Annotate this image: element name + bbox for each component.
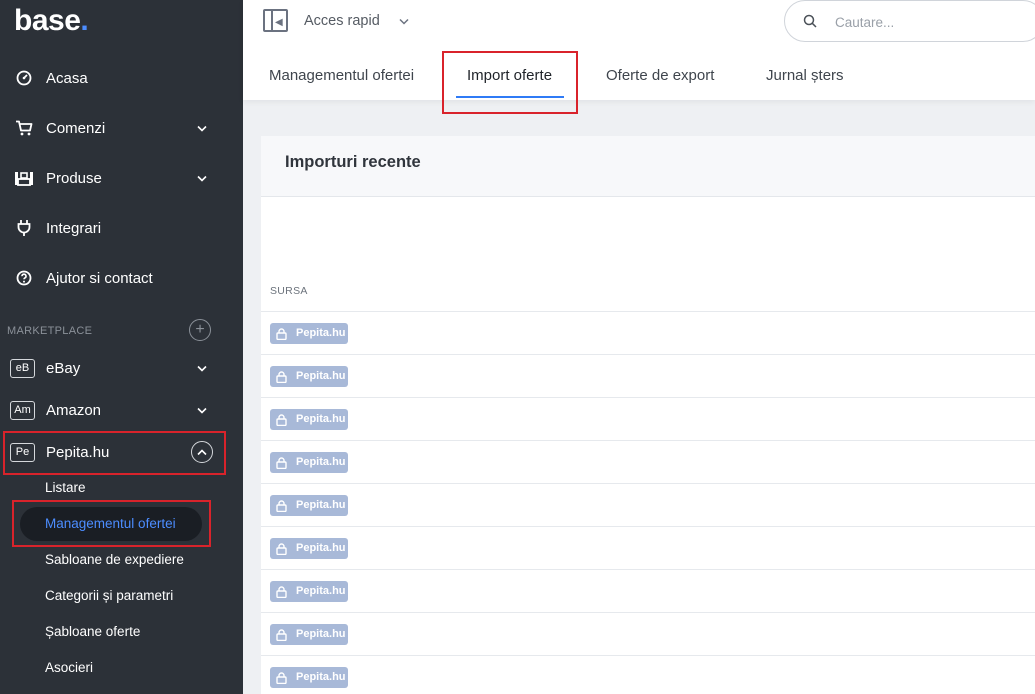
highlight-frame xyxy=(3,431,226,475)
search-input[interactable] xyxy=(835,12,1025,32)
source-badge: Pepita.hu xyxy=(270,409,348,430)
chevron-down-icon[interactable] xyxy=(196,122,208,134)
recent-imports-card: Importuri recente SURSA Pepita.hu Pepita.… xyxy=(261,136,1035,694)
base-logo[interactable]: base. xyxy=(14,4,89,38)
submenu-item-sabloane-oferte[interactable]: Șabloane oferte xyxy=(45,624,140,639)
table-row[interactable]: Pepita.hu xyxy=(261,354,1035,397)
chevron-down-icon[interactable] xyxy=(196,404,208,416)
chevron-down-icon[interactable] xyxy=(398,15,410,27)
help-icon xyxy=(14,268,34,288)
products-icon xyxy=(14,168,34,188)
source-label: Pepita.hu xyxy=(296,585,346,597)
card-header: Importuri recente xyxy=(261,136,1035,197)
search-icon xyxy=(803,14,819,30)
card-title: Importuri recente xyxy=(285,153,421,171)
source-label: Pepita.hu xyxy=(296,628,346,640)
lock-icon xyxy=(276,413,288,427)
sidebar-item-label: Amazon xyxy=(46,401,102,419)
top-bar: ◀ Acces rapid Managementul ofertei Impor… xyxy=(243,0,1035,114)
table-row[interactable]: Pepita.hu xyxy=(261,311,1035,354)
table-row[interactable]: Pepita.hu xyxy=(261,483,1035,526)
lock-icon xyxy=(276,456,288,470)
submenu-item-asocieri[interactable]: Asocieri xyxy=(45,660,93,675)
add-marketplace-button[interactable]: + xyxy=(189,319,211,341)
table-row[interactable]: Pepita.hu xyxy=(261,397,1035,440)
sidebar-item-label: Acasa xyxy=(46,69,88,87)
table-row[interactable]: Pepita.hu xyxy=(261,655,1035,694)
source-label: Pepita.hu xyxy=(296,542,346,554)
submenu-item-sabloane-expediere[interactable]: Sabloane de expediere xyxy=(45,552,184,567)
source-badge: Pepita.hu xyxy=(270,323,348,344)
source-label: Pepita.hu xyxy=(296,413,346,425)
sidebar: base. Acasa Comenzi Produse Integrari Aj… xyxy=(0,0,243,694)
lock-icon xyxy=(276,370,288,384)
sidebar-item-label: Produse xyxy=(46,169,102,187)
source-badge: Pepita.hu xyxy=(270,538,348,559)
source-badge: Pepita.hu xyxy=(270,495,348,516)
source-badge: Pepita.hu xyxy=(270,452,348,473)
source-badge: Pepita.hu xyxy=(270,366,348,387)
section-label-marketplace: MARKETPLACE xyxy=(7,325,93,337)
highlight-frame xyxy=(442,51,578,114)
source-label: Pepita.hu xyxy=(296,671,346,683)
sidebar-item-label: Ajutor si contact xyxy=(46,269,153,287)
sidebar-item-comenzi[interactable]: Comenzi xyxy=(0,110,243,146)
table-row[interactable]: Pepita.hu xyxy=(261,440,1035,483)
sidebar-item-ajutor[interactable]: Ajutor si contact xyxy=(0,260,243,296)
source-label: Pepita.hu xyxy=(296,327,346,339)
chevron-down-icon[interactable] xyxy=(196,172,208,184)
sidebar-item-ebay[interactable]: eB eBay xyxy=(0,350,243,386)
sidebar-toggle-icon[interactable]: ◀ xyxy=(263,9,288,32)
sidebar-item-acasa[interactable]: Acasa xyxy=(0,60,243,96)
lock-icon xyxy=(276,499,288,513)
marketplace-badge: Am xyxy=(10,400,35,420)
source-badge: Pepita.hu xyxy=(270,667,348,688)
lock-icon xyxy=(276,671,288,685)
column-header-sursa: SURSA xyxy=(270,285,308,297)
lock-icon xyxy=(276,542,288,556)
sidebar-item-amazon[interactable]: Am Amazon xyxy=(0,392,243,428)
source-badge: Pepita.hu xyxy=(270,581,348,602)
plus-icon: + xyxy=(195,321,205,338)
lock-icon xyxy=(276,327,288,341)
imports-table: Pepita.hu Pepita.hu Pepita.hu Pepita.hu Pepi… xyxy=(261,311,1035,694)
source-label: Pepita.hu xyxy=(296,456,346,468)
quick-access-label[interactable]: Acces rapid xyxy=(304,13,380,29)
chevron-down-icon[interactable] xyxy=(196,362,208,374)
sidebar-item-produse[interactable]: Produse xyxy=(0,160,243,196)
submenu-item-categorii[interactable]: Categorii și parametri xyxy=(45,588,173,603)
marketplace-badge: eB xyxy=(10,358,35,378)
sidebar-item-label: Integrari xyxy=(46,219,102,237)
lock-icon xyxy=(276,628,288,642)
sidebar-item-label: Comenzi xyxy=(46,119,106,137)
tab-jurnal-sters[interactable]: Jurnal șters xyxy=(766,67,844,84)
search-box xyxy=(784,0,1035,42)
lock-icon xyxy=(276,585,288,599)
dashboard-gauge-icon xyxy=(14,68,34,88)
source-label: Pepita.hu xyxy=(296,370,346,382)
table-row[interactable]: Pepita.hu xyxy=(261,569,1035,612)
source-badge: Pepita.hu xyxy=(270,624,348,645)
table-row[interactable]: Pepita.hu xyxy=(261,612,1035,655)
tab-oferte-de-export[interactable]: Oferte de export xyxy=(606,67,714,84)
cart-icon xyxy=(14,118,34,138)
tab-managementul-ofertei[interactable]: Managementul ofertei xyxy=(269,67,414,84)
source-label: Pepita.hu xyxy=(296,499,346,511)
sidebar-item-label: eBay xyxy=(46,359,81,377)
table-row[interactable]: Pepita.hu xyxy=(261,526,1035,569)
highlight-frame xyxy=(12,500,211,547)
plug-icon xyxy=(14,218,34,238)
submenu-item-listare[interactable]: Listare xyxy=(45,480,86,495)
sidebar-item-integrari[interactable]: Integrari xyxy=(0,210,243,246)
